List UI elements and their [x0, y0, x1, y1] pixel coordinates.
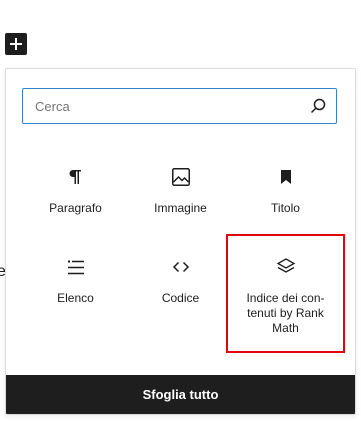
search-input[interactable]: [33, 90, 307, 122]
highlight-box: [226, 234, 345, 353]
block-list[interactable]: Elenco: [22, 255, 129, 306]
block-label: Codice: [161, 291, 200, 305]
search-icon[interactable]: [310, 98, 326, 114]
block-image[interactable]: Immagine: [127, 165, 234, 216]
image-icon: [171, 168, 190, 186]
list-icon: [67, 260, 84, 275]
paragraph-icon: [69, 170, 81, 184]
block-paragraph[interactable]: Paragrafo: [22, 165, 129, 216]
block-label: Immagine: [154, 201, 207, 215]
block-code[interactable]: Codice: [127, 255, 234, 306]
add-block-button[interactable]: [5, 33, 27, 55]
block-inserter-panel: Paragrafo Immagine Titolo Elenco Codice: [5, 68, 356, 415]
block-label: Elenco: [57, 291, 94, 305]
plus-icon: [10, 38, 22, 50]
bookmark-icon: [280, 170, 291, 184]
block-label: Paragrafo: [49, 201, 102, 215]
code-icon: [172, 261, 189, 273]
search-field: [22, 88, 337, 124]
block-heading[interactable]: Titolo: [232, 165, 339, 216]
browse-all-button[interactable]: Sfoglia tutto: [6, 375, 355, 414]
block-label: Titolo: [271, 201, 300, 215]
